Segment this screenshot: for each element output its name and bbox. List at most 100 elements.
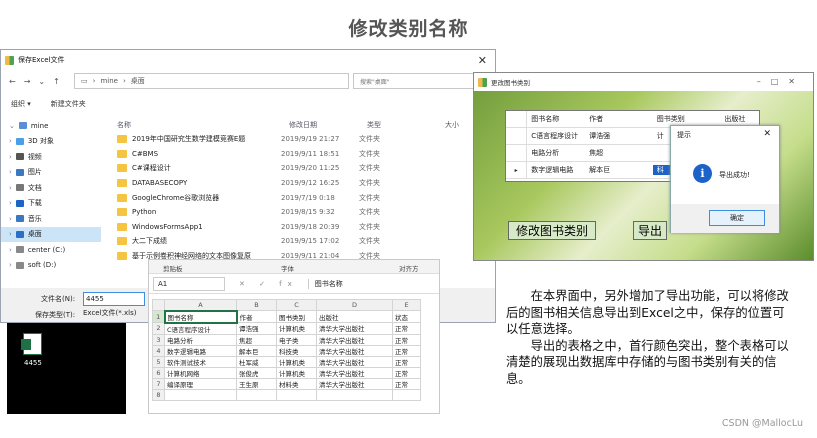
column-header[interactable]: A	[164, 299, 237, 311]
close-icon[interactable]: ✕	[478, 54, 487, 67]
fx-icon[interactable]: ✕ ✓ fx	[239, 280, 298, 288]
cell[interactable]: 数字逻辑电路	[164, 344, 237, 357]
cell[interactable]: 编译原理	[164, 377, 237, 390]
file-row[interactable]: WindowsFormsApp1 2019/9/18 20:39 文件夹	[109, 220, 489, 235]
nav-item[interactable]: › soft (D:)	[1, 258, 101, 274]
cell[interactable]: 电路分析	[164, 333, 237, 346]
cell[interactable]: 作者	[236, 310, 277, 323]
cell[interactable]: 出版社	[316, 310, 393, 323]
export-button[interactable]: 导出	[633, 221, 667, 240]
search-input[interactable]: 搜索"桌面"	[353, 73, 489, 89]
nav-item[interactable]: › 音乐	[1, 211, 101, 227]
ribbon-align[interactable]: 对齐方	[399, 263, 419, 273]
cell[interactable]: 王生原	[236, 377, 277, 390]
cell[interactable]: 清华大学出版社	[316, 333, 393, 346]
cell[interactable]: 正常	[392, 344, 421, 357]
row-header[interactable]: 2	[152, 322, 165, 335]
filename-input[interactable]: 4455	[83, 292, 145, 306]
nav-item[interactable]: › 下载	[1, 196, 101, 212]
nav-item[interactable]: › 文档	[1, 180, 101, 196]
up-icon[interactable]: ↑	[53, 77, 60, 86]
nav-item[interactable]: › 3D 对象	[1, 134, 101, 150]
excel-file-icon[interactable]	[21, 333, 42, 355]
cell[interactable]	[164, 388, 237, 401]
cell[interactable]	[276, 388, 317, 401]
organize-button[interactable]: 组织 ▾	[11, 99, 31, 109]
cell[interactable]: 状态	[392, 310, 421, 323]
breadcrumb-desktop[interactable]: 桌面	[131, 76, 145, 86]
column-header[interactable]: D	[316, 299, 393, 311]
column-header[interactable]	[152, 299, 165, 311]
ok-button[interactable]: 确定	[709, 210, 765, 226]
name-box[interactable]: A1	[153, 276, 225, 291]
file-row[interactable]: DATABASECOPY 2019/9/12 16:25 文件夹	[109, 176, 489, 191]
file-row[interactable]: C#BMS 2019/9/11 18:51 文件夹	[109, 147, 489, 162]
cell[interactable]: 清华大学出版社	[316, 344, 393, 357]
grid-cell[interactable]: 数字逻辑电路	[527, 165, 585, 175]
grid-col-header[interactable]: 图书名称	[527, 114, 585, 124]
cell[interactable]: 正常	[392, 377, 421, 390]
cell[interactable]: 清华大学出版社	[316, 366, 393, 379]
row-header[interactable]: 5	[152, 355, 165, 368]
cell[interactable]: 计算机类	[276, 366, 317, 379]
cell[interactable]: 杜军威	[236, 355, 277, 368]
file-row[interactable]: 大二下成绩 2019/9/15 17:02 文件夹	[109, 234, 489, 249]
cell[interactable]: 图书类别	[276, 310, 317, 323]
col-type[interactable]: 类型	[367, 120, 445, 130]
cell[interactable]: 解本巨	[236, 344, 277, 357]
file-row[interactable]: C#课程设计 2019/9/20 11:25 文件夹	[109, 161, 489, 176]
formula-input[interactable]: 图书名称	[307, 278, 343, 289]
grid-cell[interactable]: 电路分析	[527, 148, 585, 158]
cell[interactable]: 正常	[392, 322, 421, 335]
grid-cell[interactable]: 焦超	[585, 148, 653, 158]
new-folder-button[interactable]: 新建文件夹	[51, 99, 86, 109]
row-header[interactable]: 8	[152, 388, 165, 401]
breadcrumb-mine[interactable]: mine	[100, 77, 118, 85]
cell[interactable]: 正常	[392, 355, 421, 368]
cell[interactable]: 电子类	[276, 333, 317, 346]
file-row[interactable]: Python 2019/8/15 9:32 文件夹	[109, 205, 489, 220]
grid-col-header[interactable]: 图书类别	[653, 114, 721, 124]
row-header[interactable]: 7	[152, 377, 165, 390]
row-indicator[interactable]	[506, 128, 528, 144]
recent-icon[interactable]: ⌄	[38, 77, 45, 86]
col-size[interactable]: 大小	[445, 120, 459, 130]
row-indicator[interactable]: ▸	[506, 162, 528, 178]
nav-item[interactable]: › 视频	[1, 149, 101, 165]
close-icon[interactable]: ✕	[763, 129, 771, 139]
col-date[interactable]: 修改日期	[289, 120, 367, 130]
cell[interactable]: 材料类	[276, 377, 317, 390]
row-header[interactable]: 1	[152, 310, 165, 323]
cell[interactable]: 图书名称	[163, 309, 238, 324]
ribbon-clipboard[interactable]: 剪贴板	[163, 263, 183, 273]
cell[interactable]: 谭浩强	[236, 322, 277, 335]
nav-item[interactable]: › 桌面	[1, 226, 101, 242]
edit-category-button[interactable]: 修改图书类别	[508, 221, 596, 240]
grid-cell[interactable]: 解本巨	[585, 165, 653, 175]
cell[interactable]: 计算机类	[276, 322, 317, 335]
cell[interactable]: 焦超	[236, 333, 277, 346]
row-indicator[interactable]	[506, 145, 528, 161]
column-header[interactable]: E	[392, 299, 421, 311]
col-name[interactable]: 名称	[109, 120, 289, 130]
file-row[interactable]: GoogleChrome谷歌浏览器 2019/7/19 0:18 文件夹	[109, 190, 489, 205]
cell[interactable]	[392, 388, 421, 401]
cell[interactable]: 计算机类	[276, 355, 317, 368]
grid-cell[interactable]: 谭浩强	[585, 131, 653, 141]
path-breadcrumb[interactable]: ▭ › mine › 桌面	[74, 73, 349, 89]
nav-item[interactable]: ⌄ mine	[1, 118, 101, 134]
cell[interactable]: 科技类	[276, 344, 317, 357]
row-header[interactable]: 3	[152, 333, 165, 346]
cell[interactable]: 计算机网络	[164, 366, 237, 379]
file-row[interactable]: 2019年中国研究生数学建模竞赛E题 2019/9/19 21:27 文件夹	[109, 132, 489, 147]
filetype-select[interactable]: Excel文件(*.xls)	[83, 308, 145, 320]
cell[interactable]: 软件测试技术	[164, 355, 237, 368]
cell[interactable]: 正常	[392, 333, 421, 346]
cell[interactable]: 清华大学出版社	[316, 322, 393, 335]
grid-col-header[interactable]: 作者	[585, 114, 653, 124]
ribbon-font[interactable]: 字体	[281, 263, 294, 273]
forward-icon[interactable]: →	[24, 77, 31, 86]
column-header[interactable]: C	[276, 299, 317, 311]
back-icon[interactable]: ←	[9, 77, 16, 86]
cell[interactable]	[316, 388, 393, 401]
